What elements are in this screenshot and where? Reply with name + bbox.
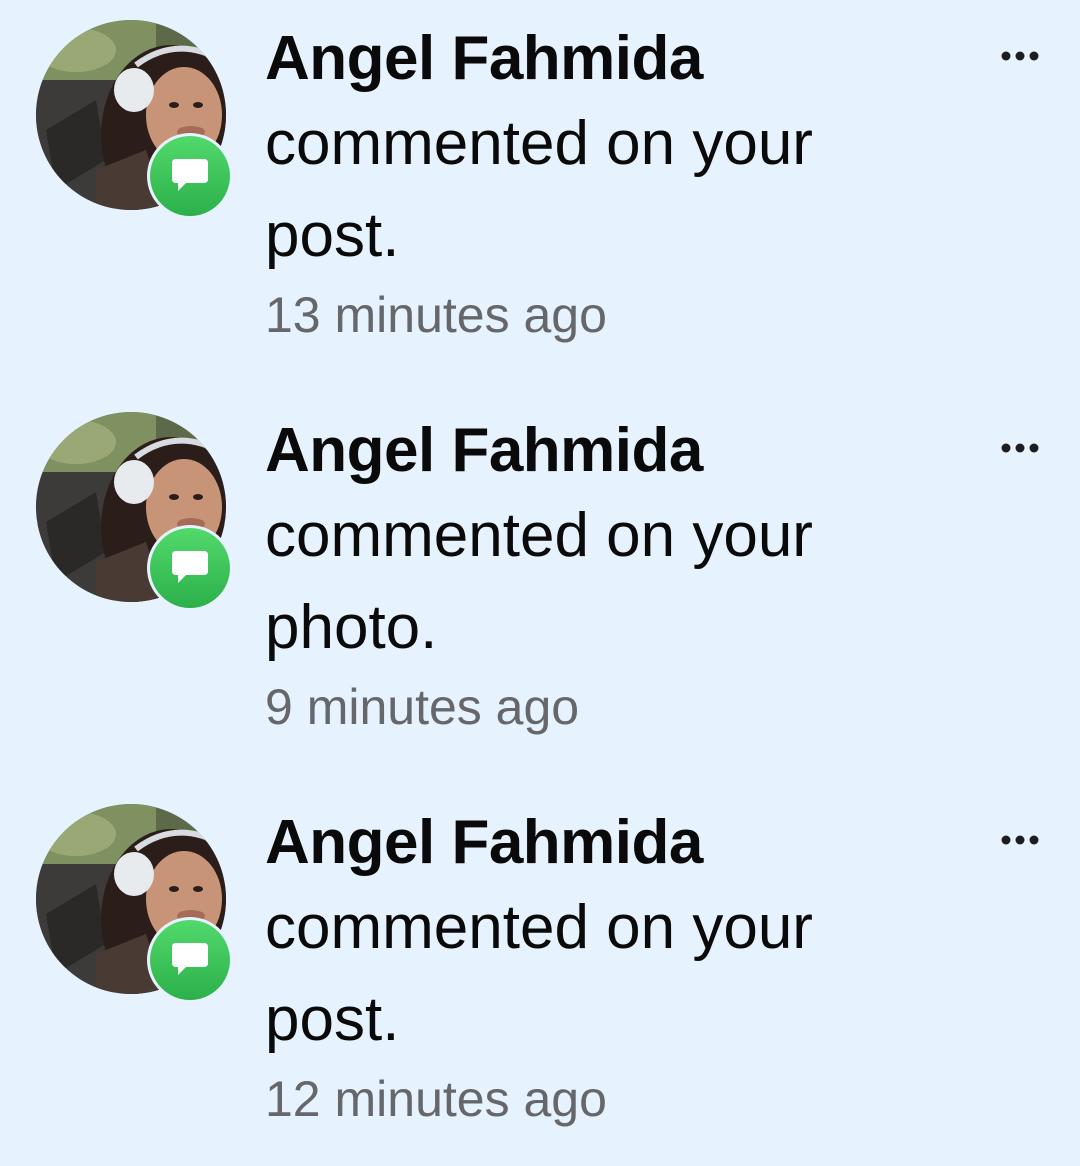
more-options-button[interactable]	[988, 428, 1052, 468]
comment-badge	[147, 525, 233, 611]
avatar-container[interactable]	[36, 412, 236, 612]
notification-list: Angel Fahmida commented on your post. 13…	[0, 0, 1080, 1166]
timestamp: 13 minutes ago	[265, 287, 607, 343]
more-options-button[interactable]	[988, 820, 1052, 860]
notification-message: commented on your post.	[265, 109, 813, 270]
more-options-button[interactable]	[988, 36, 1052, 76]
comment-bubble-icon	[150, 528, 230, 608]
notification-item[interactable]: Angel Fahmida commented on your post. 12…	[0, 784, 1080, 1166]
avatar-container[interactable]	[36, 20, 236, 220]
avatar-container[interactable]	[36, 804, 236, 1004]
timestamp: 9 minutes ago	[265, 679, 580, 735]
more-options-icon	[1001, 835, 1039, 845]
comment-bubble-icon	[150, 136, 230, 216]
notification-item[interactable]: Angel Fahmida commented on your post. 13…	[0, 0, 1080, 392]
user-name[interactable]: Angel Fahmida	[265, 412, 945, 490]
user-name[interactable]: Angel Fahmida	[265, 804, 945, 882]
notification-message: commented on your post.	[265, 893, 813, 1054]
comment-badge	[147, 917, 233, 1003]
timestamp: 12 minutes ago	[265, 1071, 607, 1127]
comment-bubble-icon	[150, 920, 230, 1000]
notification-message: commented on your photo.	[265, 501, 813, 662]
comment-badge	[147, 133, 233, 219]
notification-item[interactable]: Angel Fahmida commented on your photo. 9…	[0, 392, 1080, 784]
more-options-icon	[1001, 51, 1039, 61]
notification-text[interactable]: Angel Fahmida commented on your post. 13…	[265, 20, 945, 346]
more-options-icon	[1001, 443, 1039, 453]
notification-text[interactable]: Angel Fahmida commented on your post. 12…	[265, 804, 945, 1130]
notification-text[interactable]: Angel Fahmida commented on your photo. 9…	[265, 412, 945, 738]
user-name[interactable]: Angel Fahmida	[265, 20, 945, 98]
